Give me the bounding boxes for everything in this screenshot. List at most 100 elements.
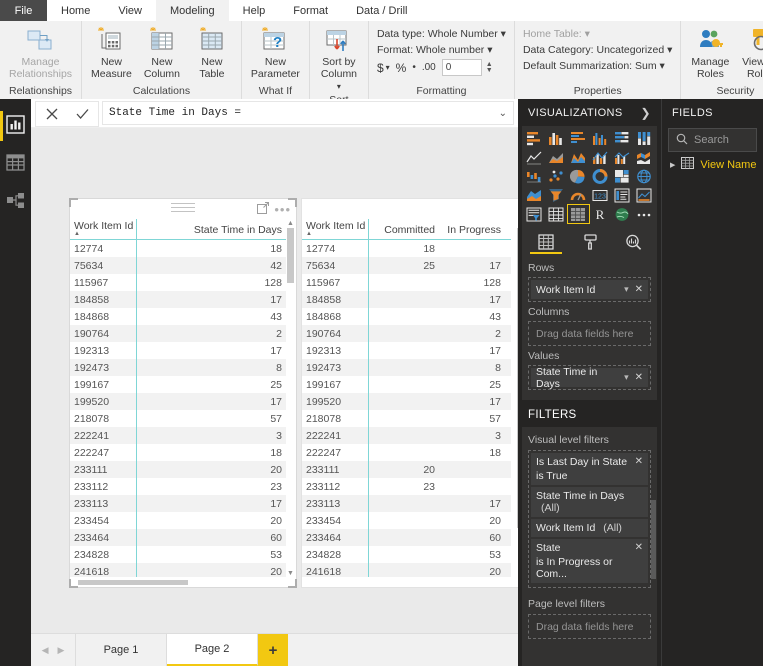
filter-card-work-item-id[interactable]: Work Item Id (All) — [531, 519, 648, 537]
r-script-visual-icon[interactable]: R — [590, 205, 611, 223]
thousands-separator-button[interactable]: • — [412, 62, 416, 73]
table-row[interactable]: 192473 8 — [70, 359, 286, 376]
more-visuals-icon[interactable] — [634, 205, 655, 223]
table-row[interactable]: 190764 2 — [70, 325, 286, 342]
more-options-icon[interactable]: ••• — [274, 203, 291, 216]
filters-scrollbar[interactable] — [651, 429, 656, 664]
table-row[interactable]: 115967 128 128 — [302, 274, 511, 291]
table-row[interactable]: 222241 33 — [302, 427, 511, 444]
table-row[interactable]: 233111 20 20 — [302, 461, 511, 478]
add-page-button[interactable]: + — [258, 634, 288, 666]
format-dropdown[interactable]: Format: Whole number ▾ — [377, 42, 493, 58]
table-row[interactable]: 75634 42 — [70, 257, 286, 274]
resize-handle-bl[interactable] — [69, 579, 78, 588]
close-icon[interactable]: ✕ — [635, 456, 643, 467]
treemap-icon[interactable] — [612, 167, 633, 185]
data-category-dropdown[interactable]: Data Category: Uncategorized ▾ — [523, 42, 672, 58]
table-row[interactable]: 218078 57 57 — [302, 410, 511, 427]
table-row[interactable]: 199167 25 25 — [302, 376, 511, 393]
matrix-icon[interactable] — [567, 204, 590, 224]
formula-cancel-button[interactable] — [36, 102, 67, 126]
resize-handle-br[interactable] — [288, 579, 297, 588]
tab-analytics[interactable] — [611, 230, 655, 254]
col-in-progress[interactable]: In Progress — [439, 219, 505, 240]
well-columns[interactable]: Drag data fields here — [528, 321, 651, 346]
table-row[interactable]: 222247 18 18 — [302, 444, 511, 461]
table-row[interactable]: 222241 3 — [70, 427, 286, 444]
scroll-up-icon[interactable]: ▲ — [517, 220, 518, 228]
tab-home[interactable]: Home — [47, 0, 104, 21]
close-icon[interactable]: ✕ — [635, 372, 643, 383]
sidebar-item-data-view[interactable] — [0, 145, 31, 183]
sort-by-column-button[interactable]: Sort by Column ▾ — [314, 26, 364, 93]
formula-input[interactable]: State Time in Days = VAR _Min = ⌄ — [102, 101, 514, 125]
col-committed[interactable]: Committed — [376, 219, 439, 240]
stacked-area-chart-icon[interactable] — [568, 148, 589, 166]
currency-button[interactable]: $ — [377, 61, 384, 75]
data-type-dropdown[interactable]: Data type: Whole Number ▾ — [377, 26, 506, 42]
table-row[interactable]: 75634 25 17 42 — [302, 257, 511, 274]
map-icon[interactable] — [634, 167, 655, 185]
tab-modeling[interactable]: Modeling — [156, 0, 229, 21]
manage-relationships-button[interactable]: Manage Relationships — [4, 26, 77, 80]
ribbon-chart-icon[interactable] — [634, 148, 655, 166]
new-parameter-button[interactable]: ? New Parameter — [246, 26, 305, 80]
tab-format[interactable]: Format — [279, 0, 342, 21]
table-row[interactable]: 12774 18 — [70, 240, 286, 258]
area-chart-icon[interactable] — [546, 148, 567, 166]
chevron-down-icon[interactable]: ▾ — [624, 284, 629, 295]
visual-level-filters-group[interactable]: Is Last Day in State is True ✕ State Tim… — [528, 450, 651, 588]
line-stacked-column-icon[interactable] — [590, 148, 611, 166]
table-row[interactable]: 184858 17 — [70, 291, 286, 308]
col-total[interactable]: Total — [505, 219, 511, 240]
filter-card-state[interactable]: State is In Progress or Com... ✕ — [531, 539, 648, 583]
fields-search-box[interactable]: Search — [668, 128, 757, 152]
columns-dropzone[interactable]: Drag data fields here — [531, 324, 648, 343]
focus-mode-icon[interactable] — [257, 202, 270, 217]
stacked-bar-chart-icon[interactable] — [524, 129, 545, 147]
left-table-vscrollbar[interactable]: ▲ ▼ — [286, 220, 295, 578]
tab-data-drill[interactable]: Data / Drill — [342, 0, 421, 21]
table-row[interactable]: 233464 60 — [70, 529, 286, 546]
formula-confirm-button[interactable] — [67, 102, 98, 126]
visual-drag-handle[interactable] — [171, 203, 195, 215]
right-matrix-vscrollbar[interactable]: ▲ ▼ — [516, 220, 518, 583]
table-row[interactable]: 233113 17 17 — [302, 495, 511, 512]
report-canvas[interactable]: ••• Work Item Id ▲ State Time in Days 127… — [31, 127, 518, 633]
waterfall-chart-icon[interactable] — [524, 167, 545, 185]
table-row[interactable]: 192313 17 — [70, 342, 286, 359]
table-row[interactable]: 199520 17 17 — [302, 393, 511, 410]
clustered-column-chart-icon[interactable] — [590, 129, 611, 147]
search-input[interactable]: Search — [694, 134, 729, 146]
triangle-right-icon[interactable]: ▶ — [670, 161, 675, 169]
well-rows[interactable]: Work Item Id ▾ ✕ — [528, 277, 651, 302]
table-row[interactable]: 192313 17 17 — [302, 342, 511, 359]
donut-chart-icon[interactable] — [590, 167, 611, 185]
table-row[interactable]: 234828 53 — [70, 546, 286, 563]
table-row[interactable]: 233464 60 60 — [302, 529, 511, 546]
tab-file[interactable]: File — [0, 0, 47, 21]
filled-map-icon[interactable] — [524, 186, 545, 204]
sidebar-item-report-view[interactable] — [0, 107, 31, 145]
scatter-chart-icon[interactable] — [546, 167, 567, 185]
decimal-places-button[interactable]: .00 — [422, 62, 436, 73]
table-row[interactable]: 218078 57 — [70, 410, 286, 427]
home-table-dropdown[interactable]: Home Table: ▾ — [523, 26, 590, 42]
slicer-icon[interactable] — [524, 205, 545, 223]
tab-help[interactable]: Help — [229, 0, 280, 21]
page-tab-page-2[interactable]: Page 2 — [167, 634, 258, 666]
chevron-right-icon[interactable]: ❯ — [641, 106, 651, 120]
scroll-thumb[interactable] — [651, 499, 656, 580]
field-chip-state-time-in-days[interactable]: State Time in Days ▾ ✕ — [531, 366, 648, 390]
table-row[interactable]: 234828 53 53 — [302, 546, 511, 563]
line-clustered-column-icon[interactable] — [612, 148, 633, 166]
scroll-thumb[interactable] — [287, 228, 294, 283]
tab-format[interactable] — [568, 230, 612, 254]
manage-roles-button[interactable]: Manage Roles — [685, 26, 735, 80]
table-row[interactable]: 233454 20 — [70, 512, 286, 529]
100-stacked-column-chart-icon[interactable] — [634, 129, 655, 147]
chevron-down-icon[interactable]: ⌄ — [499, 108, 507, 119]
multi-row-card-icon[interactable] — [612, 186, 633, 204]
arcgis-map-icon[interactable] — [612, 205, 633, 223]
line-chart-icon[interactable] — [524, 148, 545, 166]
